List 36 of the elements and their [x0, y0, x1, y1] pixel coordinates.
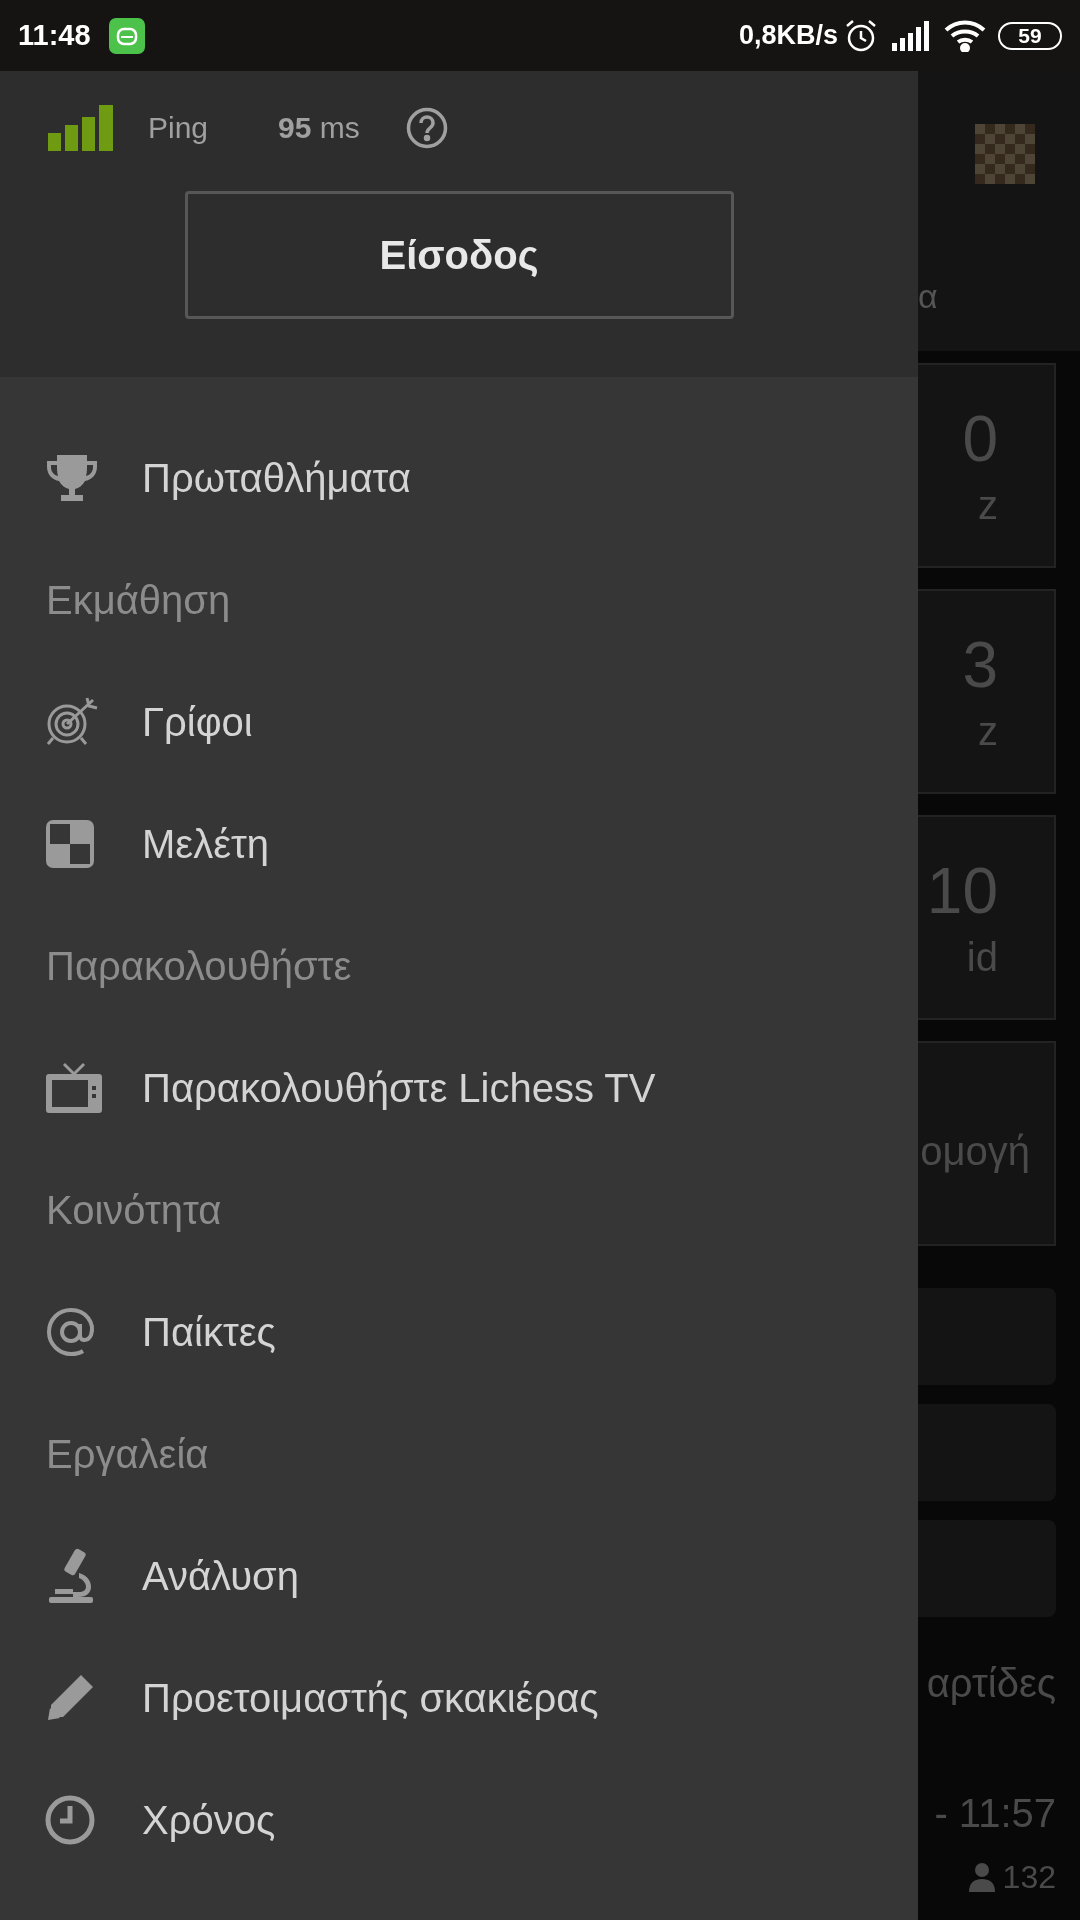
chessboard-avatar-icon [975, 124, 1035, 184]
ping-label: Ping [148, 110, 209, 146]
alarm-icon [844, 18, 878, 53]
battery-indicator: 59 [998, 21, 1062, 50]
at-sign-icon [45, 1306, 97, 1358]
menu-item[interactable]: Πρωταθλήματα [0, 417, 918, 539]
time-text: - 11:57 [934, 1790, 1056, 1837]
section-heading: Εργαλεία [46, 1431, 209, 1478]
section-heading: Παρακολουθήστε [46, 943, 352, 990]
menu-item[interactable]: Παρακολουθήστε Lichess TV [0, 1027, 918, 1149]
menu-item[interactable]: Παίκτες [0, 1271, 918, 1393]
wifi-icon [944, 19, 986, 52]
tv-icon [45, 1062, 103, 1114]
section-heading: Εκμάθηση [46, 577, 231, 624]
tab-label: α [918, 276, 938, 317]
signal-icon [892, 20, 930, 51]
ping-value: 95 ms [278, 110, 360, 146]
section-heading: Κοινότητα [46, 1187, 222, 1234]
pencil-icon [45, 1673, 95, 1723]
menu-item[interactable]: Χρόνος [0, 1759, 918, 1881]
login-button[interactable]: Είσοδος [184, 191, 734, 319]
section-title: αρτίδες [926, 1660, 1056, 1707]
person-icon [968, 1862, 995, 1892]
trophy-icon [45, 453, 99, 503]
help-icon[interactable] [405, 106, 448, 149]
player-count: 132 [1002, 1858, 1056, 1897]
data-rate: 0,8KB/s [738, 19, 838, 53]
menu-item[interactable]: Προετοιμαστής σκακιέρας [0, 1637, 918, 1759]
chessboard-icon [45, 819, 95, 869]
connection-strength-icon [48, 104, 114, 151]
clock-icon [45, 1795, 95, 1845]
menu-item[interactable]: Μελέτη [0, 783, 918, 905]
menu-item[interactable]: Γρίφοι [0, 661, 918, 783]
menu-item[interactable]: Ανάλυση [0, 1515, 918, 1637]
app-notification-icon [108, 17, 145, 54]
clock-time: 11:48 [18, 17, 91, 53]
